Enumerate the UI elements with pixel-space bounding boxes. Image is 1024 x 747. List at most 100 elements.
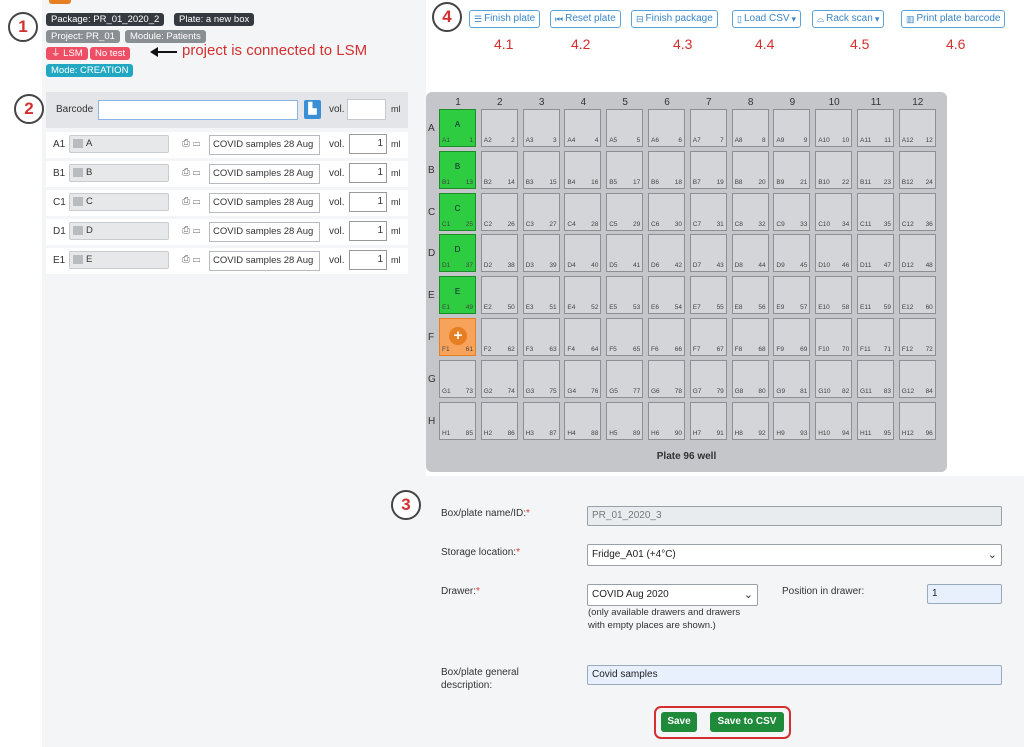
plate-well[interactable]: E7 55 [689, 276, 727, 315]
plate-well[interactable]: C8 32 [731, 192, 769, 231]
plate-well[interactable]: A5 5 [606, 109, 644, 147]
plate-well[interactable]: C C1 25 [439, 192, 476, 231]
plate-well[interactable]: H6 90 [648, 401, 685, 440]
name-input[interactable]: PR_01_2020_3 [587, 506, 1002, 526]
plate-well[interactable]: E8 56 [731, 276, 769, 315]
plate-well[interactable]: B10 22 [815, 150, 853, 189]
sample-vol-input[interactable]: 1 [349, 250, 387, 270]
plate-well[interactable]: F4 64 [564, 318, 602, 356]
plate-well[interactable]: E4 52 [564, 276, 602, 315]
plate-well[interactable]: E9 57 [773, 276, 811, 315]
plate-well[interactable]: F7 67 [689, 318, 727, 356]
plate-well[interactable]: C9 33 [773, 192, 811, 231]
plate-well[interactable]: H4 88 [564, 401, 602, 440]
plate-well[interactable]: G9 81 [773, 359, 811, 398]
plate-well[interactable]: A7 7 [689, 109, 727, 147]
plate-well[interactable]: H11 95 [857, 401, 894, 440]
drawer-select[interactable]: COVID Aug 2020 ⌄ [587, 584, 758, 606]
plate-well[interactable]: H12 96 [898, 401, 936, 440]
plate-well[interactable]: D3 39 [522, 234, 560, 273]
save-button[interactable]: Save [661, 712, 697, 732]
plate-well[interactable]: A10 10 [815, 109, 853, 147]
plate-well[interactable]: C6 30 [648, 192, 685, 231]
plate-well[interactable]: F5 65 [606, 318, 644, 356]
plate-well[interactable]: G10 82 [815, 359, 853, 398]
finish-package-button[interactable]: ⊟ Finish package [631, 10, 718, 28]
plate-well[interactable]: D7 43 [689, 234, 727, 273]
plate-well[interactable]: B2 14 [480, 150, 518, 189]
comment-icon[interactable]: ▭ [193, 196, 201, 207]
load-csv-button[interactable]: ▯ Load CSV ▾ [732, 10, 802, 28]
plate-well[interactable]: F9 69 [773, 318, 811, 356]
plate-well[interactable]: A A1 1 [439, 109, 476, 147]
plate-well[interactable]: G3 75 [522, 359, 560, 398]
plate-well[interactable]: E11 59 [857, 276, 894, 315]
plate-well[interactable]: G1 73 [439, 359, 476, 398]
plate-well[interactable]: A12 12 [898, 109, 936, 147]
plate-well[interactable]: H10 94 [815, 401, 853, 440]
plate-well[interactable]: B4 16 [564, 150, 602, 189]
plate-well[interactable]: F3 63 [522, 318, 560, 356]
plate-well[interactable]: A6 6 [648, 109, 685, 147]
save-to-csv-button[interactable]: Save to CSV [710, 712, 784, 732]
barcode-vol-input[interactable] [347, 99, 386, 120]
sample-description-input[interactable]: COVID samples 28 Aug [209, 251, 320, 271]
finish-plate-button[interactable]: ☰ Finish plate [469, 10, 541, 28]
plate-well[interactable]: C10 34 [815, 192, 853, 231]
plate-well[interactable]: A11 11 [857, 109, 894, 147]
plate-well[interactable]: G8 80 [731, 359, 769, 398]
plate-well[interactable]: E E1 49 [439, 276, 476, 315]
print-icon[interactable]: ⎙ [182, 138, 190, 149]
plate-well[interactable]: B12 24 [898, 150, 936, 189]
rack-scan-button[interactable]: ⌓ Rack scan ▾ [812, 10, 885, 28]
plate-well[interactable]: G6 78 [648, 359, 685, 398]
plate-well[interactable]: D9 45 [773, 234, 811, 273]
print-icon[interactable]: ⎙ [182, 225, 190, 236]
sample-vol-input[interactable]: 1 [349, 192, 387, 212]
plate-well[interactable]: H1 85 [439, 401, 476, 440]
plate-well[interactable]: B5 17 [606, 150, 644, 189]
comment-icon[interactable]: ▭ [193, 167, 201, 178]
plate-well[interactable]: H9 93 [773, 401, 811, 440]
plate-well[interactable]: C4 28 [564, 192, 602, 231]
plate-well[interactable]: H7 91 [689, 401, 727, 440]
sample-description-input[interactable]: COVID samples 28 Aug [209, 222, 320, 242]
plate-well[interactable]: F11 71 [857, 318, 894, 356]
plate-well[interactable]: E12 60 [898, 276, 936, 315]
plate-well[interactable]: D8 44 [731, 234, 769, 273]
plate-well[interactable]: E6 54 [648, 276, 685, 315]
comment-icon[interactable]: ▭ [193, 225, 201, 236]
plate-well[interactable]: A8 8 [731, 109, 769, 147]
plate-well[interactable]: E10 58 [815, 276, 853, 315]
plate-well[interactable]: E3 51 [522, 276, 560, 315]
sample-vol-input[interactable]: 1 [349, 163, 387, 183]
plate-well[interactable]: G7 79 [689, 359, 727, 398]
plate-well[interactable]: G2 74 [480, 359, 518, 398]
plate-well[interactable]: C12 36 [898, 192, 936, 231]
scan-barcode-button[interactable]: ▙ [304, 100, 321, 119]
plate-well[interactable]: C11 35 [857, 192, 894, 231]
comment-icon[interactable]: ▭ [193, 254, 201, 265]
plate-well[interactable]: C2 26 [480, 192, 518, 231]
sample-vol-input[interactable]: 1 [349, 134, 387, 154]
plate-well[interactable]: B11 23 [857, 150, 894, 189]
print-icon[interactable]: ⎙ [182, 254, 190, 265]
plate-well[interactable]: H5 89 [606, 401, 644, 440]
plate-well[interactable]: F12 72 [898, 318, 936, 356]
comment-icon[interactable]: ▭ [193, 138, 201, 149]
storage-select[interactable]: Fridge_A01 (+4°C) ⌄ [587, 544, 1002, 566]
position-input[interactable]: 1 [927, 584, 1002, 604]
plate-well[interactable]: C7 31 [689, 192, 727, 231]
sample-description-input[interactable]: COVID samples 28 Aug [209, 193, 320, 213]
plate-well[interactable]: D5 41 [606, 234, 644, 273]
plate-well[interactable]: G4 76 [564, 359, 602, 398]
add-sample-icon[interactable]: + [449, 327, 467, 345]
plate-well[interactable]: B3 15 [522, 150, 560, 189]
plate-well[interactable]: D4 40 [564, 234, 602, 273]
description-input[interactable]: Covid samples [587, 665, 1002, 685]
plate-well[interactable]: F6 66 [648, 318, 685, 356]
barcode-input[interactable] [98, 100, 298, 120]
plate-well[interactable]: A4 4 [564, 109, 602, 147]
plate-well[interactable]: B9 21 [773, 150, 811, 189]
plate-well[interactable]: D6 42 [648, 234, 685, 273]
